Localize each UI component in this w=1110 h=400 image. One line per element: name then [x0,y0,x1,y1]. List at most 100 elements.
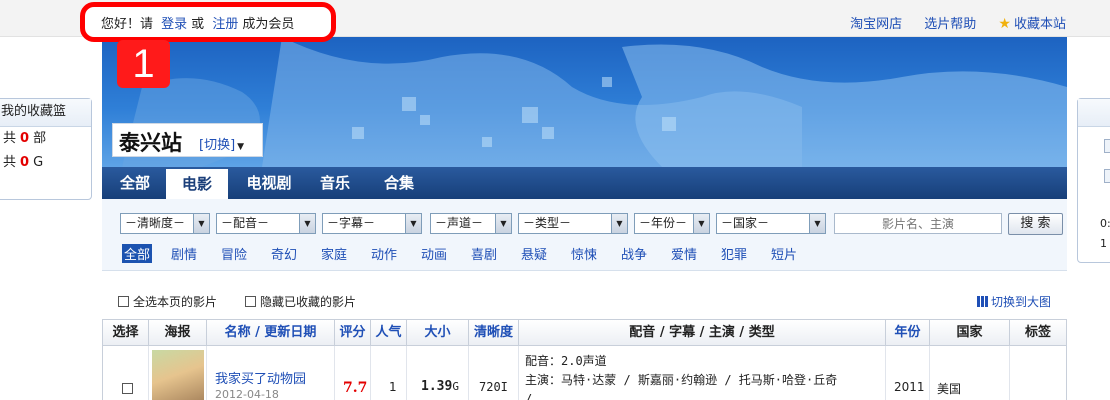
station-name: 泰兴站 [119,131,182,155]
hide-saved-label: 隐藏已收藏的影片 [260,295,357,309]
right-panel-button[interactable] [1104,169,1110,183]
top-links: 淘宝网店 选片帮助 ★ 收藏本站 [832,13,1066,32]
select-all-checkbox[interactable] [118,296,129,307]
col-popularity[interactable]: 人气 [371,320,407,345]
tab-movie[interactable]: 电影 [166,169,228,199]
hide-saved-option[interactable]: 隐藏已收藏的影片 [245,293,356,310]
right-side-panel: 0: 1 [1077,98,1110,263]
star-icon: ★ [998,16,1011,32]
bookmark-site-link[interactable]: ★ 收藏本站 [998,16,1066,32]
dub-select-value: －配音－ [221,216,270,230]
station-switch-label: [切换] [199,138,236,153]
favorites-count-row: 共0部 [0,127,91,151]
movie-details: 配音：2.0声道 主演：马特·达蒙 / 斯嘉丽·约翰逊 / 托马斯·哈登·丘奇 … [525,352,837,400]
genre-adventure[interactable]: 冒险 [221,244,247,263]
greeting-suffix: 成为会员 [242,17,295,32]
right-panel-text: 0: [1100,217,1110,230]
select-all-option[interactable]: 全选本页的影片 [118,293,217,310]
selection-help-link[interactable]: 选片帮助 [924,17,976,32]
year-select-value: －年份－ [639,216,688,230]
genre-thriller[interactable]: 惊悚 [571,244,597,263]
movie-poster[interactable] [152,350,204,400]
or-text: 或 [191,17,205,32]
genre-animation[interactable]: 动画 [421,244,447,263]
genre-fantasy[interactable]: 奇幻 [271,244,297,263]
count-prefix: 共 [3,131,17,146]
subtitle-select[interactable]: －字幕－ ▼ [322,213,422,234]
genre-comedy[interactable]: 喜剧 [471,244,497,263]
annotation-marker: 1 [117,40,170,88]
station-selector[interactable]: 泰兴站 [切换] ▼ [112,123,263,157]
size-unit: G [33,155,44,170]
genre-all[interactable]: 全部 [122,244,153,263]
size-unit-label: G [452,380,459,393]
dub-select[interactable]: －配音－ ▼ [216,213,316,234]
genre-select[interactable]: －类型－ ▼ [518,213,628,234]
dub-info: 配音：2.0声道 [525,354,607,368]
station-switch-link[interactable]: [切换] ▼ [199,134,244,153]
definition-select[interactable]: －清晰度－ ▼ [120,213,210,234]
favorites-count: 0 [20,131,30,146]
taobao-shop-link[interactable]: 淘宝网店 [850,17,902,32]
caret-down-icon: ▼ [237,142,245,152]
country-select[interactable]: －国家－ ▼ [716,213,826,234]
col-details: 配音 / 字幕 / 主演 / 类型 [519,320,886,345]
genre-war[interactable]: 战争 [621,244,647,263]
col-select: 选择 [103,320,149,345]
genre-short[interactable]: 短片 [771,244,797,263]
channel-select-value: －声道－ [435,216,484,230]
tab-tv[interactable]: 电视剧 [236,167,302,199]
definition-value: 720I [479,380,508,394]
cast-info: 主演：马特·达蒙 / 斯嘉丽·约翰逊 / 托马斯·哈登·丘奇 [525,373,838,387]
dropdown-arrow-icon: ▼ [809,214,825,233]
col-size[interactable]: 大小 [407,320,469,345]
genre-select-value: －类型－ [523,216,572,230]
favorites-size: 0 [20,155,30,170]
table-header: 选择 海报 名称 / 更新日期 评分 人气 大小 清晰度 配音 / 字幕 / 主… [102,319,1067,346]
more-info: /.. [525,392,547,400]
register-link[interactable]: 注册 [212,17,238,32]
country-select-value: －国家－ [721,216,770,230]
right-panel-button[interactable] [1104,139,1110,153]
greeting-prefix: 您好！请 [101,17,154,32]
right-panel-text: 1 [1100,237,1107,250]
col-title-date[interactable]: 名称 / 更新日期 [207,320,335,345]
tab-music[interactable]: 音乐 [310,167,360,199]
definition-select-value: －清晰度－ [125,216,186,230]
right-panel-header [1078,99,1110,127]
tab-all[interactable]: 全部 [108,167,162,199]
col-country: 国家 [930,320,1010,345]
dropdown-arrow-icon: ▼ [495,214,511,233]
col-year[interactable]: 年份 [886,320,930,345]
genre-drama[interactable]: 剧情 [171,244,197,263]
col-rating[interactable]: 评分 [335,320,371,345]
channel-select[interactable]: －声道－ ▼ [430,213,512,234]
year-select[interactable]: －年份－ ▼ [634,213,710,234]
switch-view-link[interactable]: 切换到大图 [977,293,1051,310]
tab-collection[interactable]: 合集 [372,167,426,199]
dropdown-arrow-icon: ▼ [611,214,627,233]
dropdown-arrow-icon: ▼ [693,214,709,233]
row-select-checkbox[interactable] [122,383,133,394]
filter-panel: －清晰度－ ▼ －配音－ ▼ －字幕－ ▼ －声道－ ▼ －类型－ ▼ －年份－ ▼ －国家… [102,199,1067,271]
table-row: 我家买了动物园 2012-04-18 7.7 1 1.39G 720I 配音：2… [102,346,1067,400]
login-link[interactable]: 登录 [161,17,187,32]
genre-family[interactable]: 家庭 [321,244,347,263]
genre-mystery[interactable]: 悬疑 [521,244,547,263]
col-poster: 海报 [149,320,207,345]
hide-saved-checkbox[interactable] [245,296,256,307]
update-date: 2012-04-18 [215,388,279,400]
year-value: 2011 [894,380,925,394]
genre-romance[interactable]: 爱情 [671,244,697,263]
favorites-size-row: 共0G [0,151,91,175]
col-definition[interactable]: 清晰度 [469,320,519,345]
movie-title-link[interactable]: 我家买了动物园 [215,368,306,387]
greeting: 您好！请 登录或 注册 成为会员 [101,13,294,32]
genre-crime[interactable]: 犯罪 [721,244,747,263]
search-button[interactable]: 搜 索 [1008,213,1063,235]
genre-action[interactable]: 动作 [371,244,397,263]
grid-icon [977,296,988,307]
search-input[interactable] [834,213,1002,234]
col-tags: 标签 [1024,325,1051,340]
switch-view-label: 切换到大图 [991,295,1052,309]
